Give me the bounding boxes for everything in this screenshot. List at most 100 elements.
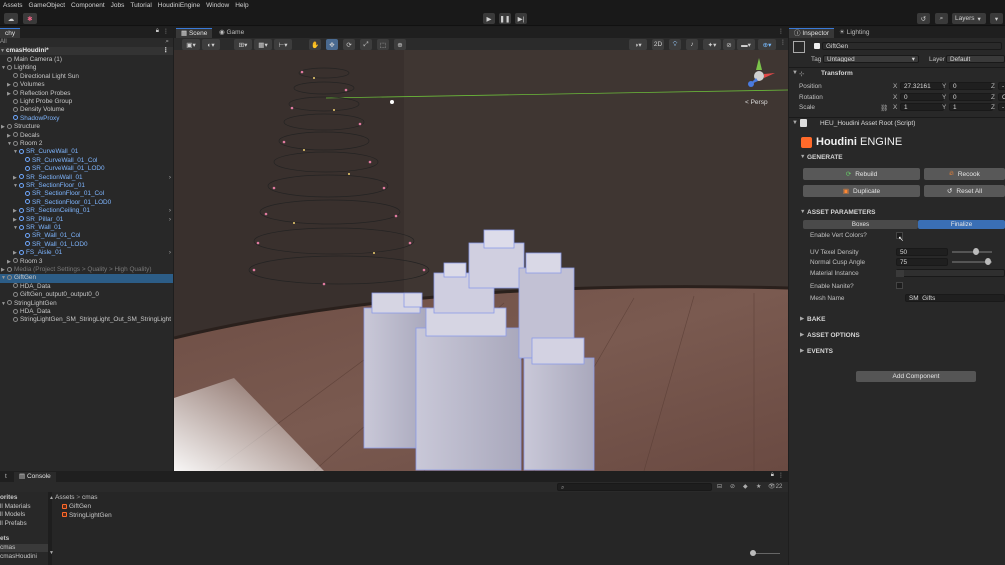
rotate-tool-icon[interactable]: ⟳ (343, 39, 355, 50)
chevron-right-icon[interactable]: › (169, 216, 171, 224)
menu-item-window[interactable]: Window (206, 2, 229, 9)
search-icon[interactable]: ⌕ (935, 13, 948, 24)
toggle-2d-button[interactable]: 2D (652, 39, 664, 50)
camera-dropdown[interactable]: ▬▾ (737, 39, 755, 50)
hand-tool-icon[interactable]: ✋ (309, 39, 321, 50)
normal-cusp-angle-slider-knob[interactable] (985, 258, 991, 265)
transform-rotation-x-field[interactable]: 0 (900, 92, 944, 101)
hierarchy-row[interactable]: ▼ SR_CurveWall_01 (0, 148, 173, 156)
transform-scale-x-field[interactable]: 1 (900, 103, 944, 111)
hierarchy-row[interactable]: ▶ Room 3 (0, 258, 173, 266)
chevron-right-icon[interactable]: ▶ (800, 348, 804, 354)
layout-dropdown[interactable]: ▾ (990, 13, 1003, 24)
menu-item-tutorial[interactable]: Tutorial (130, 2, 151, 9)
kebab-menu-icon[interactable]: ⋮ (778, 472, 784, 479)
history-icon[interactable]: ↺ (917, 13, 930, 24)
chevron-down-icon[interactable]: ▼ (1, 64, 7, 72)
search-field[interactable]: All (0, 39, 7, 45)
hierarchy-row[interactable]: ▼ SR_SectionFloor_01 (0, 182, 173, 190)
folder-cmashoudini[interactable]: cmasHoudini (0, 553, 37, 561)
kebab-menu-icon[interactable]: ⋮ (780, 39, 786, 46)
view-options-dropdown[interactable]: ⊞▾ (234, 39, 252, 50)
chevron-right-icon[interactable]: ▶ (1, 266, 7, 274)
chevron-right-icon[interactable]: ▶ (13, 249, 19, 257)
tab-game[interactable]: ◉ Game (214, 28, 249, 38)
effects-dropdown[interactable]: ✦▾ (703, 39, 721, 50)
snap-dropdown[interactable]: ⊢▾ (274, 39, 292, 50)
section-asset-options[interactable]: ASSET OPTIONS (807, 332, 860, 339)
tab-lighting[interactable]: ☀ Lighting (834, 28, 874, 38)
mesh-name-field[interactable]: SM_Gifts (905, 294, 1005, 302)
rebuild-button[interactable]: ⟳ Rebuild (803, 168, 920, 180)
favorite-icon[interactable]: ★ (756, 483, 761, 490)
zoom-slider[interactable] (752, 553, 780, 554)
filter-type-icon[interactable]: ⊟ (717, 483, 722, 490)
hierarchy-row[interactable]: ShadowProxy (0, 115, 173, 123)
hierarchy-row[interactable]: SR_SectionFloor_01_LOD0 (0, 199, 173, 207)
persp-label[interactable]: < Persp (745, 99, 768, 106)
transform-tool-icon[interactable]: ⊕ (394, 39, 406, 50)
hierarchy-row[interactable]: ▼ GiftGen (0, 274, 173, 283)
folder-cmas[interactable]: cmas (0, 544, 48, 553)
hierarchy-row[interactable]: ▶ SR_Pillar_01 › (0, 216, 173, 224)
favorite-item[interactable]: ll Materials (0, 503, 31, 511)
tab-hierarchy[interactable]: chy (0, 28, 21, 38)
uv-texel-density-field[interactable]: 50 (896, 248, 948, 256)
hierarchy-row[interactable]: SR_CurveWall_01_Col (0, 157, 173, 165)
chevron-right-icon[interactable]: ▶ (800, 316, 804, 322)
step-button[interactable]: ▶| (515, 13, 527, 24)
breadcrumb-cmas[interactable]: cmas (82, 494, 98, 501)
grid-dropdown[interactable]: ▦▾ (254, 39, 272, 50)
reset-all-button[interactable]: ↺ Reset All (924, 185, 1005, 197)
scale-tool-icon[interactable]: ⤢ (360, 39, 372, 50)
chevron-down-icon[interactable]: ▼ (7, 140, 13, 148)
tab-scene[interactable]: ▦ Scene (176, 28, 213, 38)
kebab-menu-icon[interactable]: ⋮ (163, 28, 169, 35)
add-component-button[interactable]: Add Component (856, 371, 976, 382)
enable-nanite-checkbox[interactable] (896, 282, 903, 289)
hierarchy-row[interactable]: SR_SectionFloor_01_Col (0, 190, 173, 198)
search-icon[interactable]: ⌕ (165, 38, 169, 46)
favorite-item[interactable]: ll Models (0, 511, 25, 519)
hierarchy-row[interactable]: Density Volume (0, 106, 173, 114)
asset-file-item[interactable]: StringLightGen (62, 512, 112, 520)
play-button[interactable]: ▶ (483, 13, 495, 24)
draw-camera-dropdown[interactable]: ◑▾ (629, 39, 647, 50)
scene-viewport[interactable]: < Persp (174, 38, 788, 471)
asset-file-item[interactable]: GiftGen (62, 503, 91, 511)
transform-position-z-field[interactable]: - (998, 82, 1005, 90)
section-bake[interactable]: BAKE (807, 316, 825, 323)
project-search-input[interactable]: ⌕ (557, 483, 712, 491)
chevron-down-icon[interactable]: ▼ (800, 154, 805, 160)
material-instance-field[interactable] (896, 269, 1005, 277)
tab-project[interactable]: t (0, 472, 12, 482)
lock-icon[interactable]: 🔒︎ (771, 472, 774, 479)
transform-position-y-field[interactable]: 0 (949, 82, 993, 90)
kebab-menu-icon[interactable]: ⋮ (163, 47, 169, 55)
link-icon[interactable]: ⛓︎ (880, 104, 888, 112)
hierarchy-row[interactable]: ▶ SR_SectionCeiling_01 › (0, 207, 173, 215)
cloud-icon[interactable]: ☁ (4, 13, 18, 24)
tab-boxes[interactable]: Boxes (803, 220, 918, 229)
uv-texel-density-slider[interactable] (952, 251, 992, 253)
hierarchy-row[interactable]: ▼ StringLightGen (0, 300, 173, 308)
uv-texel-density-slider-knob[interactable] (973, 248, 979, 255)
chevron-right-icon[interactable]: ▶ (800, 332, 804, 338)
chevron-down-icon[interactable]: ▼ (800, 209, 805, 215)
chevron-down-icon[interactable]: ▼ (1, 274, 7, 282)
tab-finalize[interactable]: Finalize (918, 220, 1005, 229)
chevron-down-icon[interactable]: ▼ (792, 70, 798, 76)
tag-icon[interactable]: ◆ (743, 483, 748, 490)
chevron-right-icon[interactable]: › (169, 207, 171, 215)
tab-console[interactable]: ▤ Console (14, 472, 56, 482)
chevron-right-icon[interactable]: › (169, 174, 171, 182)
transform-scale-z-field[interactable]: - (998, 103, 1005, 111)
hierarchy-row[interactable]: SR_Wall_01_LOD0 (0, 241, 173, 249)
hierarchy-row[interactable]: GiftGen_output0_output0_0 (0, 291, 173, 299)
hierarchy-row[interactable]: Directional Light Sun (0, 73, 173, 81)
hierarchy-row[interactable]: ▶ SR_SectionWall_01 › (0, 174, 173, 182)
chevron-right-icon[interactable]: ▶ (7, 81, 13, 89)
tab-inspector[interactable]: ⓘ Inspector (789, 28, 835, 38)
normal-cusp-angle-field[interactable]: 75 (896, 258, 948, 266)
chevron-down-icon[interactable]: ▼ (13, 182, 19, 190)
